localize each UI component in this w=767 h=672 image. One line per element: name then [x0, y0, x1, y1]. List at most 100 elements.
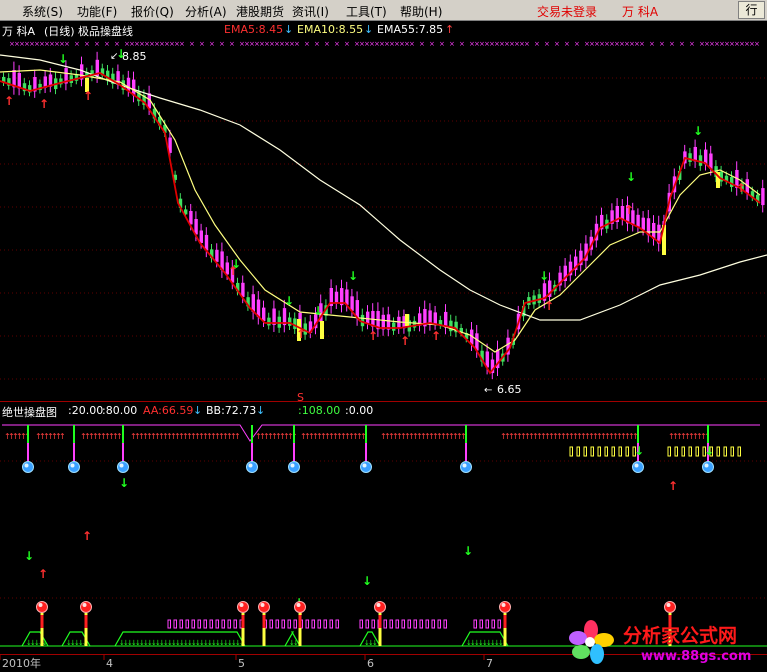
red-ball-icon: [36, 601, 48, 613]
sell-arrow-down-icon: ↓: [626, 170, 636, 184]
ball-highlight: [666, 603, 671, 607]
sphere-highlight: [119, 463, 124, 468]
aa-arrow-down-icon: ↓: [193, 404, 203, 417]
ribbon-arrow-down-icon: ↓: [704, 444, 714, 458]
buy-arrow-up-icon: ↑: [83, 89, 93, 103]
ribbon-arrow-down-icon: ↓: [463, 544, 473, 558]
buy-arrow-up-icon: ↑: [368, 329, 378, 343]
sphere-highlight: [462, 463, 467, 468]
row-button[interactable]: 行: [738, 1, 765, 19]
menu-analysis[interactable]: 分析(A): [185, 3, 227, 20]
trade-login-status[interactable]: 交易未登录: [537, 3, 597, 20]
bb-arrow-down-icon: ↓: [256, 404, 266, 417]
ball-highlight: [296, 603, 301, 607]
sphere-highlight: [24, 463, 29, 468]
watermark-brand: 分析家公式网: [623, 624, 737, 647]
menu-function[interactable]: 功能(F): [77, 3, 117, 20]
sub-indicator-name: 绝世操盘图: [2, 406, 57, 419]
buy-arrow-up-icon: ↑: [431, 329, 441, 343]
signal-marker: ×: [669, 40, 675, 48]
signal-marker: ×: [524, 40, 530, 48]
candle-body: [636, 214, 640, 227]
signal-marker: ×: [294, 40, 300, 48]
sub-value-3: :108.00: [298, 404, 341, 417]
buy-arrow-up-icon: ↑: [228, 264, 238, 278]
indicator-name: 极品操盘线: [78, 25, 133, 38]
ema5-arrow-down-icon: ↓: [284, 23, 294, 36]
blue-sphere-icon: [632, 461, 644, 473]
time-label-apr: 4: [106, 657, 113, 670]
candle-body: [241, 282, 245, 297]
aa-value: AA:66.59: [143, 404, 194, 417]
red-ball-icon: [258, 601, 270, 613]
ema5-value: EMA5:8.45: [224, 23, 284, 36]
sphere-highlight: [362, 463, 367, 468]
signal-marker: ×: [574, 40, 580, 48]
menu-hk-futures[interactable]: 港股期货: [236, 3, 284, 20]
signal-marker: ×: [449, 40, 455, 48]
sphere-highlight: [70, 463, 75, 468]
menu-tools[interactable]: 工具(T): [346, 3, 387, 20]
buy-arrow-up-icon: ↑: [296, 327, 306, 341]
signal-marker: ×: [94, 40, 100, 48]
candle-body: [693, 146, 697, 162]
signal-marker: ×: [209, 40, 215, 48]
high-pointer-icon: ↙: [110, 51, 118, 62]
current-stock-label: 万 科A: [622, 5, 659, 19]
candle-body: [761, 188, 765, 206]
candle-body: [350, 296, 354, 311]
sphere-highlight: [704, 463, 709, 468]
signal-marker: ×: [659, 40, 665, 48]
menu-quote[interactable]: 报价(Q): [131, 3, 174, 20]
signal-marker: ×: [534, 40, 540, 48]
stock-analysis-app: 系统(S) 功能(F) 报价(Q) 分析(A) 港股期货 资讯(I) 工具(T)…: [0, 0, 767, 672]
candle-body: [189, 210, 193, 225]
blue-sphere-icon: [460, 461, 472, 473]
red-ball-icon: [664, 601, 676, 613]
ribbon-arrow-up-icon: ↑: [82, 529, 92, 543]
ema55-value: EMA55:7.85: [377, 23, 444, 36]
signal-marker: ×: [74, 40, 80, 48]
signal-marker: ×: [419, 40, 425, 48]
menu-bar: 系统(S) 功能(F) 报价(Q) 分析(A) 港股期货 资讯(I) 工具(T)…: [0, 0, 767, 21]
ball-highlight: [260, 603, 265, 607]
candle-body: [126, 77, 131, 91]
ribbon-arrow-up-icon: ↑: [38, 567, 48, 581]
signal-marker: ×: [64, 40, 70, 48]
ribbon-arrow-down-icon: ↓: [362, 574, 372, 588]
watermark-url: www.88gs.com: [641, 649, 751, 664]
signal-marker: ×: [179, 40, 185, 48]
signal-marker: ×: [544, 40, 550, 48]
ball-highlight: [501, 603, 506, 607]
sub-value-2: :80.00: [102, 404, 138, 417]
signal-marker: ×: [314, 40, 320, 48]
signal-marker: ×: [679, 40, 685, 48]
sphere-highlight: [290, 463, 295, 468]
sell-arrow-down-icon: ↓: [693, 124, 703, 138]
main-chart-header: 万 科A (日线) 极品操盘线 EMA5:8.45 ↓ EMA10:8.55 ↓…: [0, 23, 767, 39]
blue-sphere-icon: [288, 461, 300, 473]
ema10-arrow-down-icon: ↓: [364, 23, 374, 36]
signal-marker: ×: [189, 40, 195, 48]
candle-body: [688, 153, 692, 162]
signal-marker: ×: [104, 40, 110, 48]
high-price-label: 8.85: [122, 50, 147, 63]
blue-sphere-icon: [22, 461, 34, 473]
up-tick-icon: ↑: [234, 432, 241, 441]
buy-arrow-up-icon: ↑: [39, 97, 49, 111]
sell-arrow-down-icon: ↓: [58, 52, 68, 66]
menu-help[interactable]: 帮助(H): [400, 3, 442, 20]
main-chart-background: [0, 21, 767, 402]
signal-marker: ×: [84, 40, 90, 48]
ribbon-arrow-up-icon: ↑: [668, 479, 678, 493]
menu-info[interactable]: 资讯(I): [292, 3, 329, 20]
time-label-jul: 7: [486, 657, 493, 670]
menu-system[interactable]: 系统(S): [22, 3, 63, 20]
sphere-highlight: [248, 463, 253, 468]
down-tick-icon: ↓: [372, 639, 378, 647]
main-price-chart[interactable]: × × × × × × × × × × × × × × × × × × × × × × × × × × × × × × × × × × × × × × × ×…: [0, 21, 767, 402]
candle-highlight: [320, 321, 324, 339]
candle-highlight: [405, 314, 409, 326]
ball-highlight: [38, 603, 43, 607]
signal-marker: ×: [219, 40, 225, 48]
